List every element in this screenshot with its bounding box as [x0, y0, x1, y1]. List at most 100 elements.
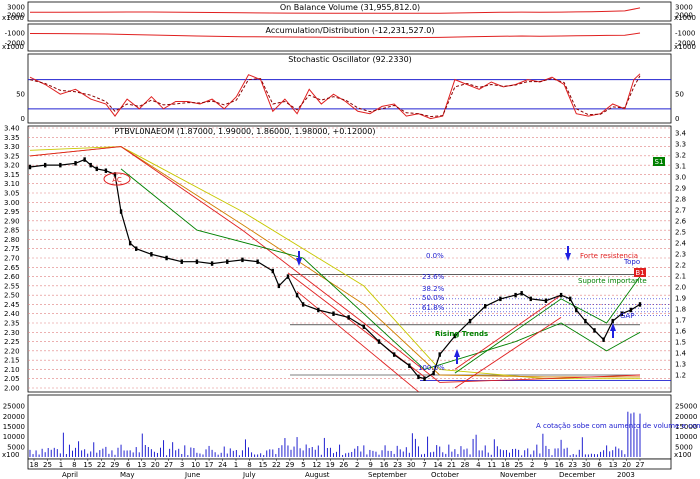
price-right-tick-label: 3.0 [675, 174, 686, 182]
date-tick-label: 29 [110, 461, 119, 469]
volume-tick-label: 20000 [675, 413, 697, 421]
obv-scale-label: x1000 [2, 14, 24, 22]
price-right-tick-label: 3.4 [675, 130, 687, 138]
price-candle [89, 162, 92, 168]
price-tick-label: 2.10 [4, 366, 20, 374]
price-right-tick-label: 3.2 [675, 152, 686, 160]
date-tick-label: 24 [218, 461, 227, 469]
date-tick-label: 18 [501, 461, 510, 469]
date-tick-label: 29 [285, 461, 294, 469]
date-tick-label: 6 [597, 461, 602, 469]
date-tick-label: 19 [326, 461, 335, 469]
price-tick-label: 2.95 [4, 208, 20, 216]
price-candle [377, 339, 381, 344]
vol-scale-label: x100 [2, 451, 20, 459]
date-tick-label: 26 [339, 461, 348, 469]
date-tick-label: 9 [543, 461, 547, 469]
month-label: May [120, 471, 134, 479]
date-tick-label: 15 [258, 461, 267, 469]
date-tick-label: 2 [530, 461, 534, 469]
date-tick-label: 1 [59, 461, 63, 469]
price-candle [317, 307, 320, 313]
price-candle [271, 268, 274, 274]
month-label: 2003 [617, 471, 635, 479]
date-tick-label: 15 [83, 461, 92, 469]
price-candle [484, 304, 487, 309]
month-label: July [242, 471, 256, 479]
price-candle [529, 296, 532, 302]
price-tick-label: 3.15 [4, 171, 20, 179]
fib-618-label: 61.8% [422, 304, 445, 312]
month-label: October [431, 471, 459, 479]
price-candle [128, 240, 132, 246]
price-right-tick-label: 2.0 [675, 284, 686, 292]
y-tick-label: 3000 [7, 4, 25, 12]
price-candle [423, 376, 426, 381]
obv-scale-label-right: x1000 [674, 14, 696, 22]
y-tick-label: 0 [21, 115, 25, 123]
month-label: September [368, 471, 407, 479]
price-tick-label: 2.25 [4, 338, 20, 346]
price-candle [195, 259, 199, 264]
price-right-tick-label: 1.2 [675, 372, 686, 380]
price-tick-label: 2.35 [4, 320, 20, 328]
y-tick-label: -1000 [5, 30, 25, 38]
price-candle [575, 307, 578, 313]
price-tick-label: 2.85 [4, 227, 20, 235]
price-candle [347, 315, 350, 320]
price-candle [104, 168, 108, 173]
volume-note-label: A cotação sobe com aumento de volume e c… [536, 422, 700, 430]
price-right-tick-label: 2.1 [675, 273, 686, 281]
date-tick-label: 30 [582, 461, 591, 469]
month-label: August [305, 471, 330, 479]
rising-trends-label: Rising Trends [435, 330, 488, 338]
date-tick-label: 3 [180, 461, 184, 469]
date-tick-label: 12 [312, 461, 321, 469]
date-tick-label: 6 [126, 461, 131, 469]
date-tick-label: 13 [609, 461, 618, 469]
price-tick-label: 3.30 [4, 143, 20, 151]
fib-382-label: 38.2% [422, 285, 445, 293]
panel-price-frame [27, 125, 672, 393]
price-candle [568, 296, 572, 302]
date-tick-label: 13 [137, 461, 146, 469]
ad-scale-label-right: x1000 [674, 43, 696, 51]
price-tick-label: 2.15 [4, 357, 20, 365]
price-candle [438, 352, 441, 357]
date-tick-label: 27 [164, 461, 173, 469]
date-tick-label: 17 [205, 461, 214, 469]
price-candle [241, 257, 244, 263]
obv-title: On Balance Volume (31,955,812.0) [280, 3, 420, 12]
price-right-tick-label: 1.8 [675, 306, 686, 314]
price-tick-label: 2.00 [4, 385, 20, 393]
date-tick-label: 23 [568, 461, 577, 469]
price-tick-label: 2.70 [4, 255, 20, 263]
date-tick-label: 9 [368, 461, 372, 469]
price-right-tick-label: 2.7 [675, 207, 686, 215]
price-tick-label: 2.20 [4, 347, 20, 355]
price-candle [226, 259, 229, 264]
date-tick-label: 8 [247, 461, 251, 469]
price-tick-label: 3.10 [4, 180, 20, 188]
price-candle [392, 352, 396, 357]
date-tick-label: 2 [355, 461, 359, 469]
price-tick-label: 2.05 [4, 375, 20, 383]
date-tick-label: 14 [434, 461, 443, 469]
y-tick-label: 50 [16, 91, 25, 99]
price-candle [611, 318, 614, 324]
price-candle [514, 292, 517, 298]
date-tick-label: 27 [636, 461, 645, 469]
price-tick-label: 2.90 [4, 217, 20, 225]
price-right-tick-label: 2.8 [675, 196, 686, 204]
price-candle [180, 259, 183, 264]
price-right-tick-label: 2.4 [675, 240, 687, 248]
fib-236-label: 23.6% [422, 273, 445, 281]
volume-tick-label: 20000 [3, 413, 25, 421]
y-tick-label: 0 [675, 115, 679, 123]
y-tick-label: 50 [675, 91, 684, 99]
price-tick-label: 3.25 [4, 152, 20, 160]
date-tick-label: 7 [422, 461, 426, 469]
gap-label: GAP [620, 312, 634, 320]
price-tick-label: 2.55 [4, 282, 20, 290]
price-candle [602, 337, 605, 342]
